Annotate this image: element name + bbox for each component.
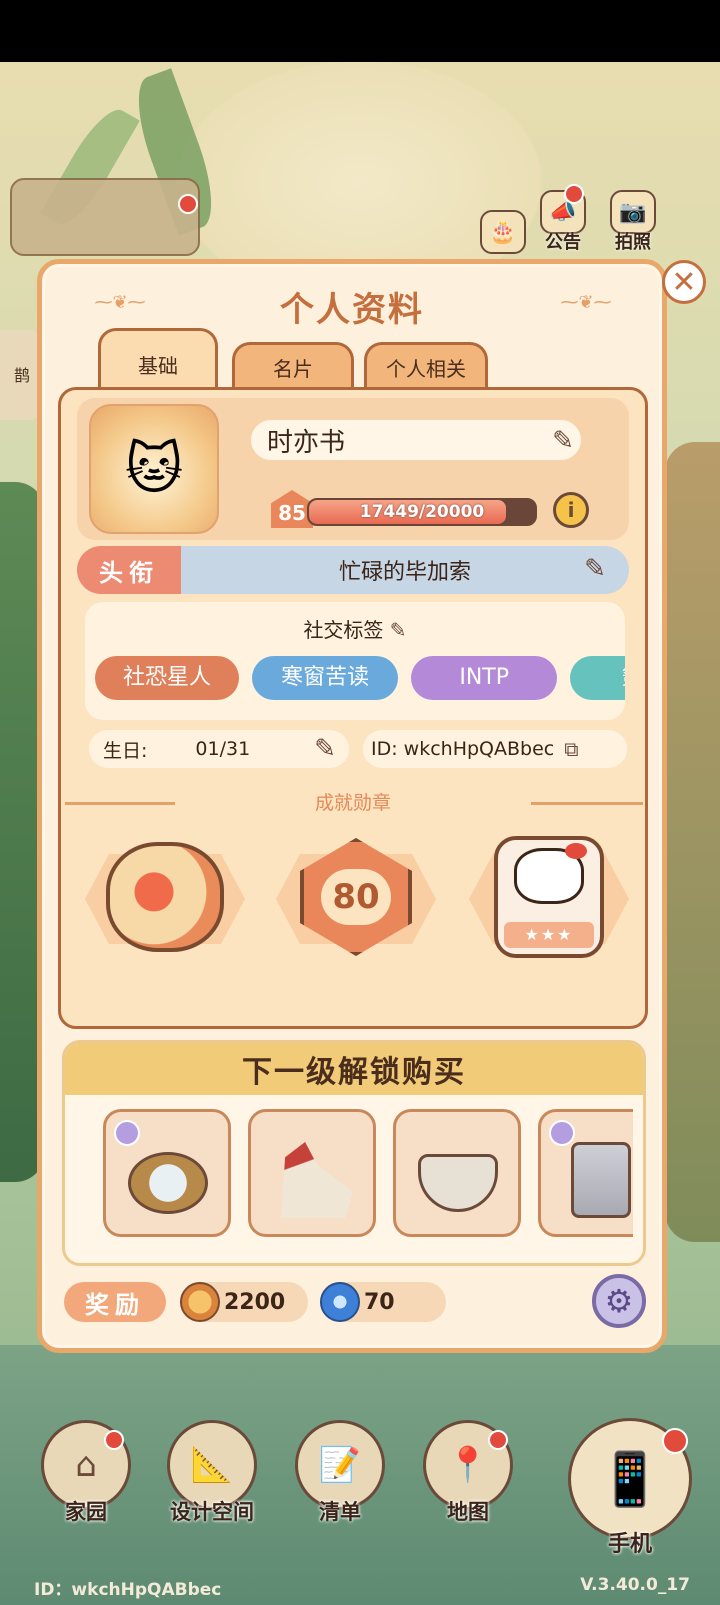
xp-progress-text: 17449/20000 xyxy=(359,502,485,522)
social-tags-list: 社恐星人 寒窗苦读 INTP 氪不 xyxy=(95,656,625,700)
tab-personal-label: 个人相关 xyxy=(386,357,466,381)
photo-label: 拍照 xyxy=(615,232,651,253)
next-level-unlock-panel: 下一级解锁购买 xyxy=(62,1040,646,1266)
title-label: 头衔 xyxy=(77,546,181,594)
nav-list-label: 清单 xyxy=(319,1500,361,1524)
announcement-label: 公告 xyxy=(545,232,581,253)
bottom-nav: ⌂ 家园 📐 设计空间 📝 清单 📍 地图 📱 手机 xyxy=(0,1418,720,1560)
unlock-heading: 下一级解锁购买 xyxy=(65,1043,643,1095)
profile-header-card: 🐱 时亦书 ✎ 85 17449/20000 i xyxy=(77,398,629,540)
kitty-face-icon xyxy=(514,843,587,904)
cake-icon: 🎂 xyxy=(480,210,526,254)
swirl-gem-icon xyxy=(320,1282,360,1322)
right-decor xyxy=(665,442,720,1242)
notification-dot xyxy=(488,1430,508,1450)
social-tag[interactable]: 寒窗苦读 xyxy=(252,656,399,700)
unlock-items-list xyxy=(103,1109,633,1237)
achievements-divider: 成就勋章 xyxy=(61,788,645,818)
sun-moon-medal[interactable] xyxy=(85,828,245,966)
kitty-stars: ★★★ xyxy=(504,922,594,948)
level-info-button[interactable]: i xyxy=(553,492,589,528)
tab-personal[interactable]: 个人相关 xyxy=(364,342,488,390)
birthday-label: 生日: xyxy=(103,739,148,762)
washing-machine-icon xyxy=(571,1142,632,1218)
nav-list[interactable]: 📝 清单 xyxy=(292,1420,388,1540)
coin-reward: 2200 xyxy=(180,1282,308,1322)
nav-design-label: 设计空间 xyxy=(170,1500,254,1524)
notification-dot xyxy=(104,1430,124,1450)
profile-dialog: ⁓❦⁓ 个人资料 ⁓❦⁓ ✕ 基础 名片 个人相关 🐱 时亦书 ✎ 85 174… xyxy=(37,259,706,1353)
photo-button[interactable]: 📷 拍照 xyxy=(602,184,664,254)
social-tags-card: 社交标签 ✎ 社恐星人 寒窗苦读 INTP 氪不 xyxy=(85,602,625,720)
cake-event-button[interactable]: 🎂 xyxy=(472,184,534,254)
gem-reward-amount: 70 xyxy=(364,1289,395,1315)
achievements-heading: 成就勋章 xyxy=(314,792,391,814)
title-flourish-right: ⁓❦⁓ xyxy=(560,292,612,313)
player-id-text: ID: wkchHpQABbec xyxy=(371,738,555,760)
room-thumbnail[interactable] xyxy=(10,178,200,256)
player-name: 时亦书 xyxy=(251,420,581,460)
nav-map-label: 地图 xyxy=(447,1500,489,1524)
close-button[interactable]: ✕ xyxy=(662,260,706,304)
settings-gear-icon[interactable]: ⚙ xyxy=(592,1274,646,1328)
player-id-field: ID: wkchHpQABbec ⧉ xyxy=(363,730,627,768)
unlock-item-mortar[interactable] xyxy=(393,1109,522,1237)
social-tag[interactable]: 氪不 xyxy=(570,656,625,700)
social-tag[interactable]: INTP xyxy=(411,656,558,700)
unlock-item-iron[interactable] xyxy=(248,1109,377,1237)
rewards-label: 奖励 xyxy=(64,1282,166,1322)
notification-dot xyxy=(178,194,198,214)
side-panel-tab[interactable]: 鹊 xyxy=(0,330,40,420)
level-80-medal[interactable]: 80 xyxy=(276,828,436,966)
hello-kitty-medal[interactable]: ★★★ xyxy=(469,828,629,966)
edit-name-pencil-icon[interactable]: ✎ xyxy=(543,424,583,458)
basket-icon xyxy=(128,1152,208,1214)
avatar[interactable]: 🐱 xyxy=(89,404,219,534)
social-tags-heading: 社交标签 ✎ xyxy=(85,614,625,643)
iron-icon xyxy=(281,1142,354,1218)
edit-tags-pencil-icon[interactable]: ✎ xyxy=(390,618,407,642)
xp-progress-bar: 17449/20000 xyxy=(307,498,537,526)
title-row[interactable]: 头衔 忙碌的毕加索 xyxy=(77,546,629,594)
birthday-value: 01/31 xyxy=(195,738,251,760)
coin-icon xyxy=(180,1282,220,1322)
tab-card[interactable]: 名片 xyxy=(232,342,354,390)
hello-kitty-icon: ★★★ xyxy=(494,836,604,958)
status-bar xyxy=(0,0,720,62)
social-tag[interactable]: 社恐星人 xyxy=(95,656,239,700)
sun-moon-icon xyxy=(106,842,224,952)
tab-card-label: 名片 xyxy=(273,357,313,381)
unlock-item-washer[interactable] xyxy=(538,1109,633,1237)
notification-dot xyxy=(564,184,584,204)
furniture-tag-icon xyxy=(114,1120,140,1146)
basic-info-panel: 🐱 时亦书 ✎ 85 17449/20000 i 头衔 忙碌的毕加索 ✎ 社交标… xyxy=(58,387,648,1029)
footer-player-id: ID：wkchHpQABbec xyxy=(34,1580,222,1600)
mortar-icon xyxy=(418,1154,499,1212)
title-value: 忙碌的毕加索 xyxy=(181,546,629,594)
side-panel-label: 鹊 xyxy=(11,367,30,383)
gem-reward: 70 xyxy=(320,1282,446,1322)
medal-80-text: 80 xyxy=(321,869,391,925)
nav-design[interactable]: 📐 设计空间 xyxy=(164,1420,260,1540)
nav-home-label: 家园 xyxy=(65,1500,107,1524)
app-version: V.3.40.0_17 xyxy=(580,1575,690,1595)
furniture-tag-icon xyxy=(549,1120,576,1146)
tab-basic-label: 基础 xyxy=(138,354,178,378)
edit-title-pencil-icon[interactable]: ✎ xyxy=(575,552,615,586)
copy-icon[interactable]: ⧉ xyxy=(564,737,578,761)
edit-birthday-pencil-icon[interactable]: ✎ xyxy=(305,732,345,766)
rewards-row: 奖励 2200 70 ⚙ xyxy=(64,1274,654,1328)
cat-avatar-icon: 🐱 xyxy=(124,436,184,502)
nav-phone-label: 手机 xyxy=(607,1532,652,1557)
social-tags-heading-text: 社交标签 xyxy=(303,618,384,642)
announcement-button[interactable]: 📣 公告 xyxy=(532,184,594,254)
notification-dot xyxy=(662,1428,688,1454)
player-name-text: 时亦书 xyxy=(267,427,346,458)
unlock-item-basket[interactable] xyxy=(103,1109,231,1237)
coin-reward-amount: 2200 xyxy=(224,1289,286,1315)
